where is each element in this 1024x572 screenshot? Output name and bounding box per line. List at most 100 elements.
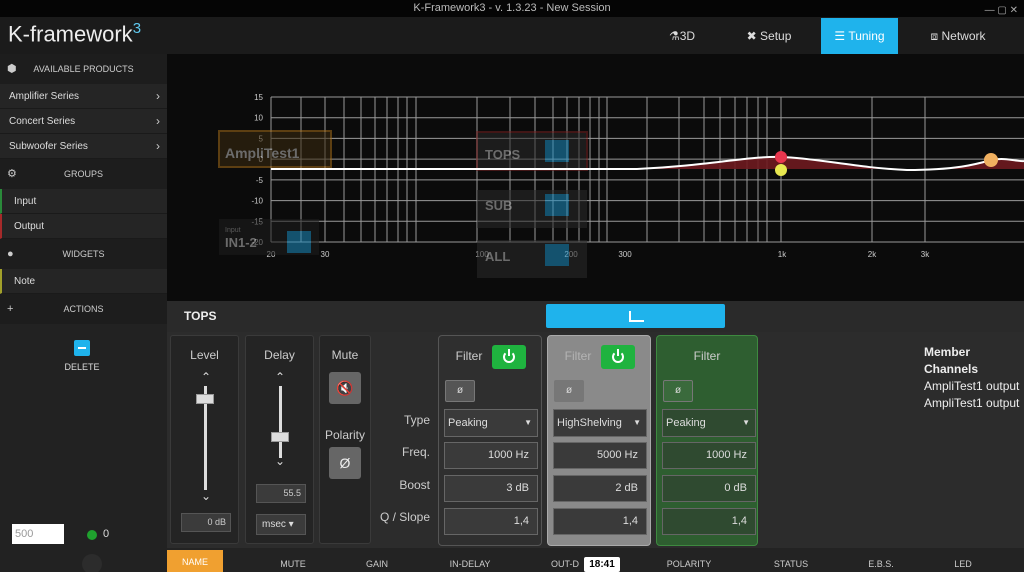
gears-icon: ⚙ — [7, 168, 17, 180]
sidebar-item-concert-series[interactable]: Concert Series › — [0, 109, 167, 134]
x-axis-labels: 20301002003001k2k3k — [267, 250, 931, 259]
mute-polarity-card: Mute 🔇 Polarity Ø — [319, 335, 371, 544]
y-tick-label: 15 — [254, 93, 263, 102]
member-channels: Member Channels AmpliTest1 output AmpliT… — [924, 344, 1024, 412]
sliders-icon: ☰ — [834, 29, 846, 43]
chevron-down-icon[interactable]: ⌄ — [201, 489, 211, 503]
eq-graph[interactable]: 151050-5-10-15-20 20301002003001k2k3k Am… — [167, 54, 1024, 301]
tab-ebs[interactable]: E.B.S. — [859, 559, 903, 569]
cube-icon: ⚗ — [668, 29, 680, 43]
member-item: AmpliTest1 output — [924, 396, 1020, 410]
eq-point-yellow[interactable] — [775, 164, 787, 176]
caret-down-icon: ▼ — [633, 418, 641, 427]
filter-3-label: Filter — [693, 349, 721, 363]
level-value[interactable]: 0 dB — [181, 513, 231, 532]
nav-setup-button[interactable]: ✖ Setup — [736, 18, 802, 54]
filter-2-q[interactable]: 1,4 — [553, 508, 647, 535]
eq-graph-area[interactable]: 151050-5-10-15-20 20301002003001k2k3k Am… — [167, 54, 1024, 301]
delay-unit-select[interactable]: msec ▾ — [256, 514, 306, 535]
chevron-up-icon[interactable]: ⌃ — [201, 370, 211, 384]
tab-gain[interactable]: GAIN — [355, 559, 399, 569]
overlay-all[interactable]: ALL — [477, 240, 587, 278]
y-tick-label: -5 — [256, 176, 264, 185]
overlay-in1-2[interactable]: Input IN1-2 — [219, 219, 319, 255]
number-input[interactable]: 500 — [12, 524, 64, 544]
filter-2-freq[interactable]: 5000 Hz — [553, 442, 647, 469]
delay-label: Delay — [264, 348, 295, 362]
delay-card: Delay ⌃ ⌄ 55.5 msec ▾ — [245, 335, 314, 544]
overlay-tops[interactable]: TOPS — [476, 131, 588, 171]
chart-view-button[interactable] — [546, 304, 725, 328]
power-icon[interactable] — [601, 345, 635, 369]
filter-1-boost[interactable]: 3 dB — [444, 475, 538, 502]
window-title: K-Framework3 - v. 1.3.23 - New Session — [413, 2, 611, 14]
filter-3-boost[interactable]: 0 dB — [662, 475, 756, 502]
chevron-down-icon[interactable]: ⌄ — [275, 454, 285, 468]
caret-down-icon: ▼ — [742, 418, 750, 427]
filter-1-freq[interactable]: 1000 Hz — [444, 442, 538, 469]
filter-1-phase-button[interactable]: ø — [445, 380, 475, 402]
delay-value[interactable]: 55.5 — [256, 484, 306, 503]
filter-2-type-select[interactable]: HighShelving ▼ — [553, 409, 647, 437]
status-dot — [87, 530, 97, 540]
network-icon: ⧈ — [930, 29, 939, 43]
tab-name[interactable]: NAME — [167, 550, 223, 572]
nav-network-button[interactable]: ⧈ Network — [918, 18, 998, 54]
info-icon[interactable] — [82, 554, 102, 572]
app-logo: K-framework3 — [8, 20, 142, 47]
svg-text:IN1-2: IN1-2 — [225, 235, 257, 250]
eq-point-orange[interactable] — [984, 153, 998, 167]
sidebar-section-actions[interactable]: + ACTIONS — [0, 294, 167, 324]
sidebar-section-products[interactable]: ⬢ AVAILABLE PRODUCTS — [0, 54, 167, 84]
chevron-right-icon: › — [156, 114, 160, 128]
overlay-amplitest1[interactable]: AmpliTest1 — [218, 130, 332, 168]
sidebar-item-input[interactable]: Input — [0, 189, 167, 214]
x-tick-label: 30 — [321, 250, 330, 259]
mute-button[interactable]: 🔇 — [329, 372, 361, 404]
sidebar-item-output[interactable]: Output — [0, 214, 167, 239]
filter-3-freq[interactable]: 1000 Hz — [662, 442, 756, 469]
tab-mute[interactable]: MUTE — [271, 559, 315, 569]
sidebar-item-subwoofer-series[interactable]: Subwoofer Series › — [0, 134, 167, 159]
chevron-up-icon[interactable]: ⌃ — [275, 370, 285, 384]
filter-2-phase-button[interactable]: ø — [554, 380, 584, 402]
level-card: Level ⌃ ⌄ 0 dB — [170, 335, 239, 544]
sidebar-item-amplifier-series[interactable]: Amplifier Series › — [0, 84, 167, 109]
caret-down-icon: ▼ — [524, 418, 532, 427]
polarity-button[interactable]: Ø — [329, 447, 361, 479]
svg-text:SUB: SUB — [485, 198, 512, 213]
speaker-mute-icon: 🔇 — [336, 380, 354, 396]
tab-out-delay[interactable]: OUT-D — [545, 559, 585, 569]
filter-card-3: Filter ø Peaking ▼ 1000 Hz 0 dB 1,4 — [656, 335, 758, 546]
online-count: 0 — [103, 528, 110, 540]
tab-led[interactable]: LED — [945, 559, 981, 569]
overlay-sub[interactable]: SUB — [477, 190, 587, 228]
filter-3-q[interactable]: 1,4 — [662, 508, 756, 535]
delay-slider-thumb[interactable] — [271, 432, 289, 442]
title-bar: K-Framework3 - v. 1.3.23 - New Session —… — [0, 0, 1024, 17]
tab-polarity[interactable]: POLARITY — [657, 559, 721, 569]
tab-in-delay[interactable]: IN-DELAY — [435, 559, 505, 569]
filter-2-boost[interactable]: 2 dB — [553, 475, 647, 502]
filter-1-type-select[interactable]: Peaking ▼ — [444, 409, 538, 437]
sidebar-item-note[interactable]: Note — [0, 269, 167, 294]
filter-3-type-select[interactable]: Peaking ▼ — [662, 409, 756, 437]
chevron-right-icon: › — [156, 139, 160, 153]
eq-point-red[interactable] — [775, 151, 787, 163]
svg-text:ALL: ALL — [485, 249, 510, 264]
delete-button[interactable] — [74, 340, 90, 356]
q-row-label: Q / Slope — [379, 510, 430, 524]
nav-3d-button[interactable]: ⚗3D — [654, 18, 710, 54]
level-slider-thumb[interactable] — [196, 394, 214, 404]
sidebar-section-groups[interactable]: ⚙ GROUPS — [0, 159, 167, 189]
x-tick-label: 3k — [921, 250, 930, 259]
filter-1-q[interactable]: 1,4 — [444, 508, 538, 535]
channel-panel-header: TOPS — [167, 301, 1024, 332]
power-icon[interactable] — [492, 345, 526, 369]
filter-3-phase-button[interactable]: ø — [663, 380, 693, 402]
tab-status[interactable]: STATUS — [763, 559, 819, 569]
sidebar-section-widgets[interactable]: ● WIDGETS — [0, 239, 167, 269]
y-tick-label: 10 — [254, 114, 263, 123]
delay-slider-track[interactable] — [279, 386, 282, 458]
nav-tuning-button[interactable]: ☰ Tuning — [821, 18, 898, 54]
